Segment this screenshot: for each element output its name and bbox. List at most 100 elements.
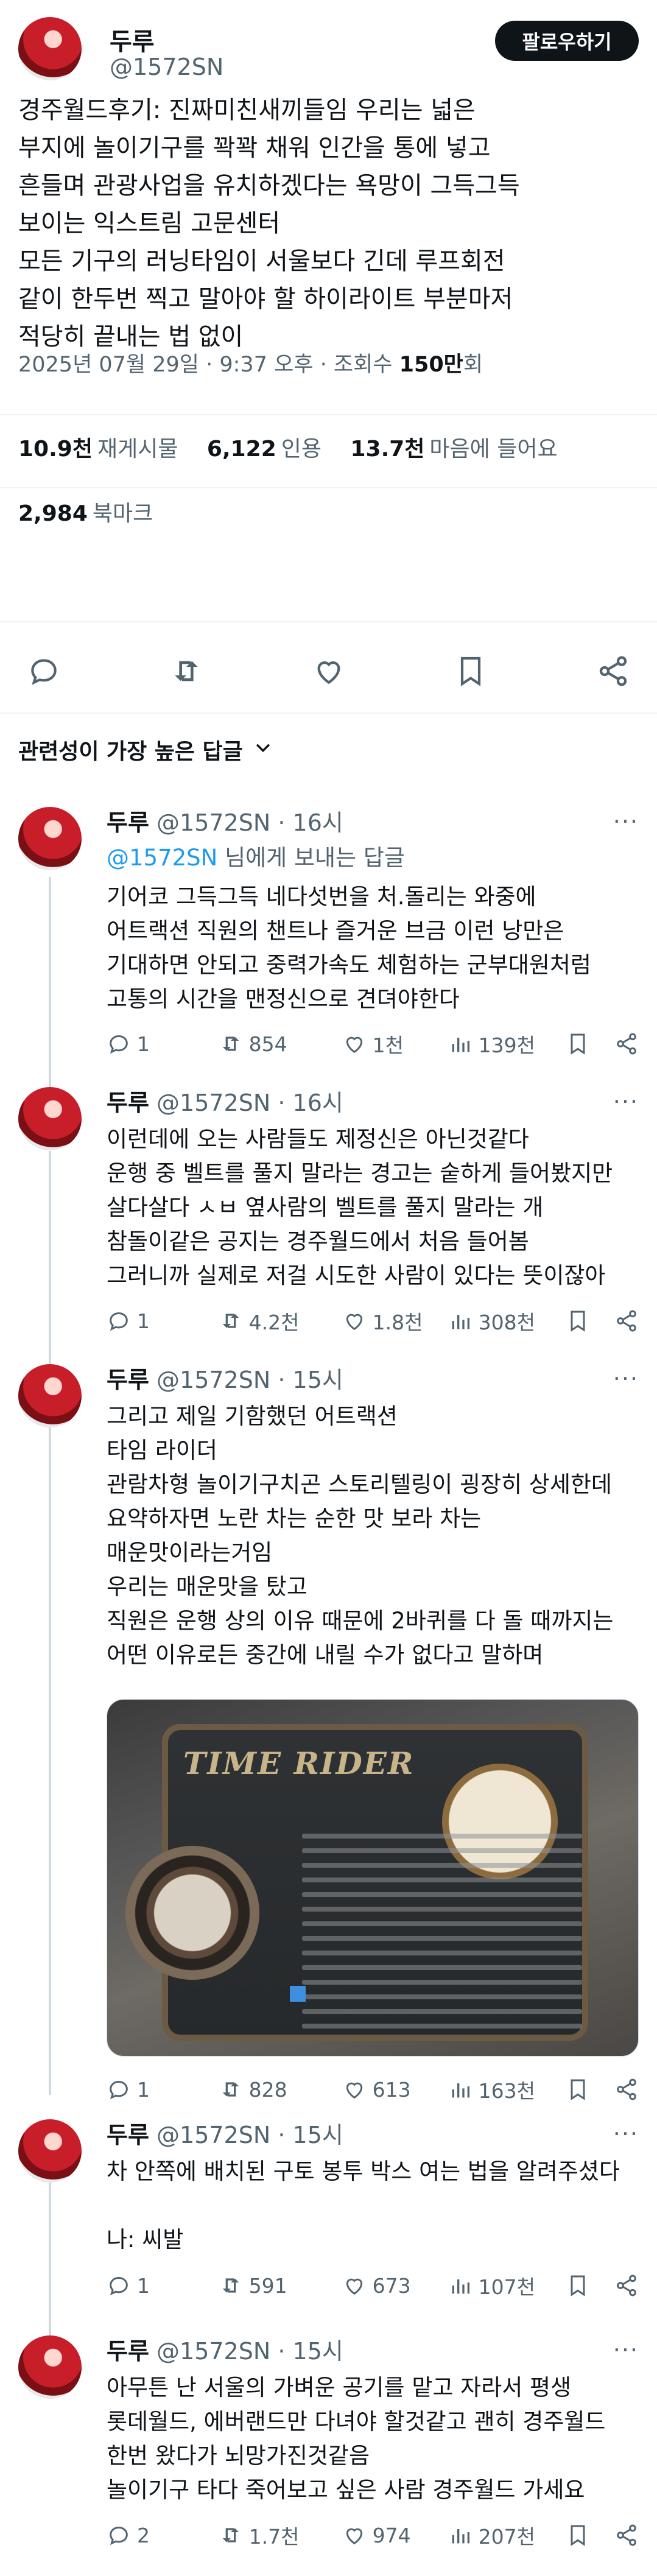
more-icon[interactable]: ··· [613, 808, 639, 835]
share-icon[interactable] [614, 2273, 639, 2298]
reply-author-name[interactable]: 두루 [107, 1367, 149, 1393]
reply-photo[interactable]: TIME RIDER [107, 1699, 639, 2057]
reply-author-handle[interactable]: @1572SN [156, 809, 270, 836]
reply-avatar[interactable] [18, 807, 82, 870]
views-button[interactable]: 107천 [448, 2271, 566, 2300]
reply-avatar[interactable] [18, 1087, 82, 1150]
author-name[interactable]: 두루 [110, 22, 155, 57]
retweet-icon [222, 1036, 239, 1051]
reply-time[interactable]: · 15시 [278, 1367, 343, 1393]
bookmark-icon[interactable] [566, 2273, 590, 2298]
more-icon[interactable]: ··· [613, 1088, 639, 1115]
retweet-button[interactable]: 854 [219, 1032, 342, 1056]
timestamp[interactable]: 2025년 07월 29일 · 9:37 오후 · 조회수 [18, 353, 392, 377]
bookmark-icon[interactable] [566, 1309, 590, 1333]
reply-button[interactable]: 1 [107, 2273, 219, 2298]
follow-button[interactable]: 팔로우하기 [495, 21, 639, 61]
reply-button[interactable]: 1 [107, 2077, 219, 2102]
reply-author-name[interactable]: 두루 [107, 2338, 149, 2365]
main-tweet-header: 두루 @1572SN 팔로우하기 [18, 13, 639, 80]
reply-to-handle[interactable]: @1572SN [107, 845, 217, 871]
reply-icon [110, 1312, 128, 1331]
retweet-icon[interactable] [167, 652, 206, 691]
tweet-meta: 2025년 07월 29일 · 9:37 오후 · 조회수 150만회 [18, 350, 639, 379]
reposts-stat[interactable]: 10.9천 재게시물 [18, 437, 178, 462]
more-icon[interactable]: ··· [613, 2120, 639, 2147]
like-icon [346, 2528, 362, 2545]
like-icon[interactable] [309, 652, 348, 691]
bookmark-icon[interactable] [566, 2077, 590, 2102]
views-icon [452, 2279, 469, 2294]
like-button[interactable]: 613 [342, 2077, 448, 2102]
divider [0, 414, 657, 415]
views-icon [452, 2083, 469, 2098]
retweet-button[interactable]: 1.7천 [219, 2521, 342, 2550]
reply-time[interactable]: · 16시 [278, 809, 343, 836]
reply-sort-selector[interactable]: 관련성이 가장 높은 답글 [18, 734, 273, 765]
views-button[interactable]: 139천 [448, 1029, 566, 1058]
reply-author-handle[interactable]: @1572SN [156, 1089, 270, 1116]
more-icon[interactable]: ··· [613, 2337, 639, 2363]
thread-line [49, 1151, 51, 1364]
like-button[interactable]: 974 [342, 2523, 448, 2547]
reply-text: 이런데에 오는 사람들도 제정신은 아닌것같다 운행 중 벨트를 풀지 말라는 … [107, 1126, 613, 1289]
reply-actions: 1 854 1천 139천 [107, 1028, 639, 1060]
retweet-button[interactable]: 828 [219, 2077, 342, 2102]
more-icon[interactable]: ··· [613, 1365, 639, 1392]
like-icon [346, 2082, 362, 2099]
reply-actions: 1 4.2천 1.8천 308천 [107, 1305, 639, 1337]
reply-button[interactable]: 1 [107, 1309, 219, 1333]
reply-avatar[interactable] [18, 1364, 82, 1427]
thread-line [49, 877, 51, 1090]
reply-avatar[interactable] [18, 2119, 82, 2183]
bookmark-icon[interactable] [566, 1032, 590, 1056]
author-handle[interactable]: @1572SN [110, 54, 223, 80]
reply-time[interactable]: · 15시 [278, 2122, 343, 2148]
views-icon [452, 1315, 469, 1329]
reply-author-handle[interactable]: @1572SN [156, 2122, 270, 2148]
photo-sign-title: TIME RIDER [183, 1745, 415, 1781]
bookmarks-stat[interactable]: 2,984 북마크 [18, 501, 153, 526]
reply-actions: 1 591 673 107천 [107, 2270, 639, 2301]
retweet-icon [222, 2528, 239, 2543]
reply-author-handle[interactable]: @1572SN [156, 1367, 270, 1393]
like-button[interactable]: 1.8천 [342, 1306, 448, 1336]
share-icon[interactable] [614, 2077, 639, 2102]
quotes-stat[interactable]: 6,122 인용 [207, 437, 321, 462]
reply-button[interactable]: 1 [107, 1032, 219, 1056]
reply-header: 두루 @1572SN · 16시 [107, 807, 343, 839]
views-button[interactable]: 163천 [448, 2075, 566, 2104]
views-button[interactable]: 207천 [448, 2521, 566, 2550]
divider [0, 713, 657, 714]
share-icon[interactable] [614, 1309, 639, 1333]
bookmark-icon[interactable] [451, 652, 490, 691]
reply-text: 그리고 제일 기함했던 어트랙션 타임 라이더 관람차형 놀이기구치곤 스토리텔… [107, 1403, 614, 1668]
retweet-button[interactable]: 4.2천 [219, 1306, 342, 1336]
retweet-icon [222, 1314, 239, 1328]
retweet-button[interactable]: 591 [219, 2273, 342, 2298]
like-button[interactable]: 1천 [342, 1029, 448, 1058]
view-count: 150만 [399, 353, 463, 377]
reply-author-name[interactable]: 두루 [107, 809, 149, 836]
author-avatar[interactable] [18, 17, 82, 80]
share-icon[interactable] [614, 1032, 639, 1056]
reply-button[interactable]: 2 [107, 2523, 219, 2547]
like-button[interactable]: 673 [342, 2273, 448, 2298]
reply-icon [110, 2526, 128, 2546]
reply-header: 두루 @1572SN · 15시 [107, 1364, 343, 1396]
reply-text: 아무튼 난 서울의 가벼운 공기를 맡고 자라서 평생 롯데월드, 에버랜드만 … [107, 2374, 606, 2503]
reply-time[interactable]: · 15시 [278, 2338, 343, 2365]
reply-icon [110, 2080, 128, 2100]
share-icon[interactable] [594, 652, 633, 691]
reply-author-name[interactable]: 두루 [107, 1089, 149, 1116]
likes-stat[interactable]: 13.7천 마음에 들어요 [350, 437, 557, 462]
reply-icon[interactable] [24, 652, 63, 691]
reply-author-name[interactable]: 두루 [107, 2122, 149, 2148]
share-icon[interactable] [614, 2523, 639, 2547]
reply-avatar[interactable] [18, 2335, 82, 2399]
reply-author-handle[interactable]: @1572SN [156, 2338, 270, 2365]
reply-actions: 1 828 613 163천 [107, 2074, 639, 2105]
views-button[interactable]: 308천 [448, 1306, 566, 1336]
reply-time[interactable]: · 16시 [278, 1089, 343, 1116]
bookmark-icon[interactable] [566, 2523, 590, 2547]
